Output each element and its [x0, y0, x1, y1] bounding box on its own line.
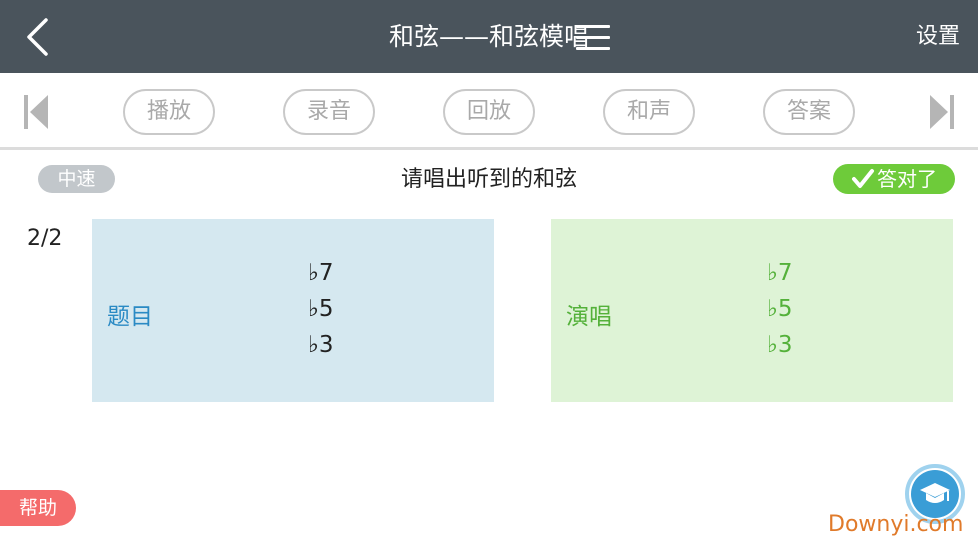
record-button[interactable]: 录音: [283, 89, 375, 135]
sing-card: 演唱 ♭7 ♭5 ♭3: [551, 219, 953, 402]
skip-previous-icon: [24, 95, 48, 129]
note: ♭5: [308, 296, 334, 322]
harmony-button[interactable]: 和声: [603, 89, 695, 135]
watermark-text: Downyi.com: [828, 512, 964, 537]
settings-button[interactable]: 设置: [916, 0, 960, 73]
chevron-left-icon: [27, 18, 48, 56]
note: ♭7: [767, 260, 793, 286]
top-bar: 和弦——和弦模唱 设置: [0, 0, 978, 73]
note: ♭3: [308, 332, 334, 358]
question-counter: 2/2: [27, 226, 63, 251]
result-badge: 答对了: [833, 164, 955, 194]
note: ♭5: [767, 296, 793, 322]
graduation-cap-icon: [920, 483, 950, 503]
checkmark-icon: [852, 169, 874, 188]
speed-badge[interactable]: 中速: [38, 165, 115, 193]
question-card: 题目 ♭7 ♭5 ♭3: [92, 219, 494, 402]
playback-button[interactable]: 回放: [443, 89, 535, 135]
previous-button[interactable]: [22, 92, 52, 132]
question-notes: ♭7 ♭5 ♭3: [308, 255, 333, 363]
note: ♭3: [767, 332, 793, 358]
help-button[interactable]: 帮助: [0, 490, 76, 526]
result-label: 答对了: [877, 167, 937, 191]
sing-notes: ♭7 ♭5 ♭3: [767, 255, 792, 363]
answer-button[interactable]: 答案: [763, 89, 855, 135]
instruction-text: 请唱出听到的和弦: [400, 167, 577, 192]
skip-next-icon: [930, 95, 954, 129]
question-label: 题目: [107, 304, 153, 330]
control-toolbar: 播放 录音 回放 和声 答案: [0, 73, 978, 150]
note: ♭7: [308, 260, 334, 286]
play-button[interactable]: 播放: [123, 89, 215, 135]
next-button[interactable]: [926, 92, 956, 132]
menu-icon: [576, 25, 610, 28]
sing-label: 演唱: [566, 304, 612, 330]
back-button[interactable]: [14, 12, 60, 62]
menu-button[interactable]: [574, 19, 612, 55]
page-title: 和弦——和弦模唱: [388, 22, 589, 51]
